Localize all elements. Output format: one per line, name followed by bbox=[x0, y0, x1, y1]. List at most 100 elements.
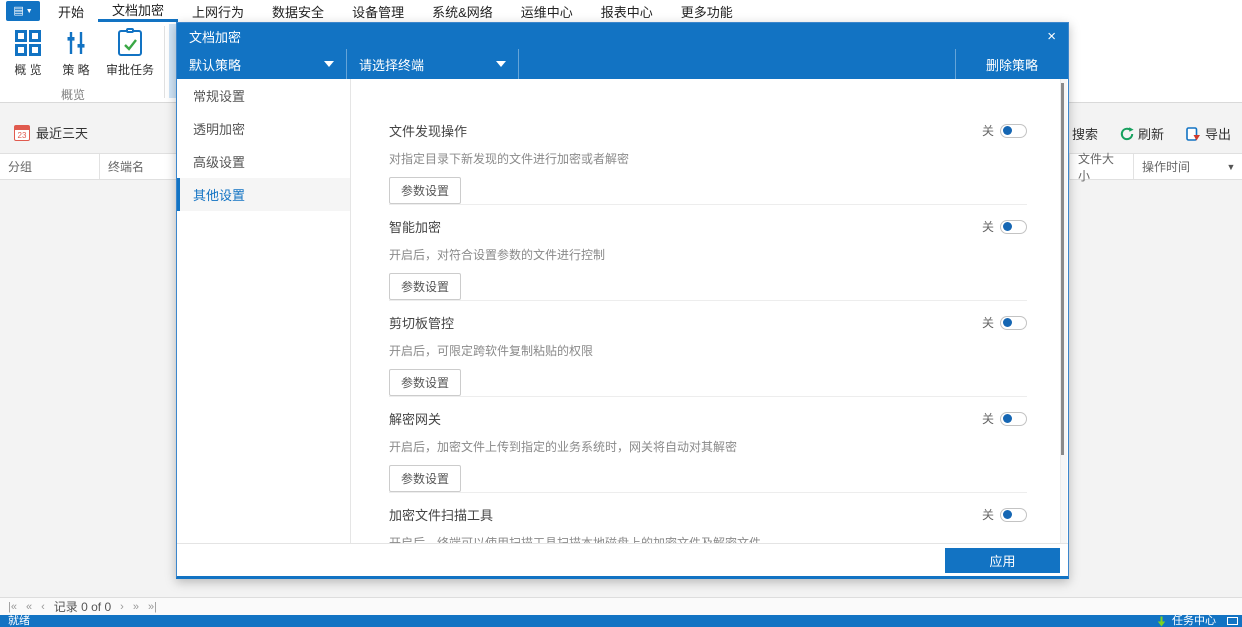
status-bar: 就绪 任务中心 bbox=[0, 615, 1242, 627]
tab-system-network[interactable]: 系统&网络 bbox=[418, 0, 507, 22]
toolbar-refresh-label: 刷新 bbox=[1137, 127, 1164, 142]
param-settings-button[interactable]: 参数设置 bbox=[389, 369, 462, 396]
toggle-state-label: 关 bbox=[981, 316, 994, 330]
calendar-day-number: 23 bbox=[17, 130, 27, 140]
page-prev-group-button[interactable]: « bbox=[26, 601, 32, 613]
toggle-switch-icon[interactable] bbox=[1000, 507, 1027, 522]
dialog-select-row: 默认策略 请选择终端 删除策略 bbox=[177, 49, 1068, 79]
page-next-group-button[interactable]: » bbox=[133, 601, 139, 613]
ribbon-overview-label: 概 览 bbox=[14, 63, 42, 77]
monitor-icon[interactable] bbox=[1227, 617, 1238, 625]
param-settings-button[interactable]: 参数设置 bbox=[389, 465, 462, 492]
sidebar-item-advanced-settings[interactable]: 高级设置 bbox=[177, 145, 350, 178]
ribbon-approval-tasks-button[interactable]: 审批任务 bbox=[100, 24, 160, 86]
decryption-gateway-toggle[interactable]: 关 bbox=[982, 410, 1027, 427]
ribbon-overview-button[interactable]: 概 览 bbox=[4, 24, 52, 86]
column-filter-caret-icon[interactable]: ▼ bbox=[1220, 162, 1242, 172]
ribbon-policy-button[interactable]: 策 略 bbox=[52, 24, 100, 86]
section-title: 剪切板管控 bbox=[389, 316, 455, 331]
section-encrypted-file-scanner: 加密文件扫描工具 关 开启后，终端可以使用扫描工具扫描本地磁盘上的加密文件及解密… bbox=[389, 493, 1027, 543]
column-header-optime[interactable]: 操作时间 bbox=[1134, 154, 1220, 179]
toggle-state-label: 关 bbox=[981, 124, 994, 138]
sidebar-item-other-settings[interactable]: 其他设置 bbox=[177, 178, 350, 211]
ribbon-approval-label: 审批任务 bbox=[105, 63, 154, 77]
column-header-group[interactable]: 分组 bbox=[0, 154, 100, 179]
section-title: 文件发现操作 bbox=[389, 124, 468, 139]
param-settings-button[interactable]: 参数设置 bbox=[389, 177, 462, 204]
section-title: 智能加密 bbox=[389, 220, 442, 235]
menu-tabs: 开始 文档加密 上网行为 数据安全 设备管理 系统&网络 运维中心 报表中心 更… bbox=[44, 0, 747, 22]
smart-encryption-toggle[interactable]: 关 bbox=[982, 218, 1027, 235]
clipboard-control-toggle[interactable]: 关 bbox=[982, 314, 1027, 331]
dialog-sidebar: 常规设置 透明加密 高级设置 其他设置 bbox=[177, 79, 351, 543]
application-window: ▤ ▼ 开始 文档加密 上网行为 数据安全 设备管理 系统&网络 运维中心 报表… bbox=[0, 0, 1242, 627]
toggle-state-label: 关 bbox=[981, 220, 994, 234]
close-icon[interactable]: × bbox=[1047, 29, 1056, 44]
dialog-settings-panel: 文件发现操作 关 对指定目录下新发现的文件进行加密或者解密 参数设置 智能加密 … bbox=[351, 79, 1068, 543]
section-description: 开启后，对符合设置参数的文件进行控制 bbox=[389, 248, 606, 262]
select-row-spacer bbox=[519, 49, 956, 79]
dialog-title: 文档加密 bbox=[189, 29, 242, 45]
sidebar-item-general-settings[interactable]: 常规设置 bbox=[177, 79, 350, 112]
toggle-switch-icon[interactable] bbox=[1000, 219, 1027, 234]
column-header-filesize[interactable]: 文件大小 bbox=[1070, 152, 1134, 183]
section-description: 开启后，加密文件上传到指定的业务系统时，网关将自动对其解密 bbox=[389, 440, 738, 454]
tab-data-security[interactable]: 数据安全 bbox=[258, 0, 338, 22]
policy-select-dropdown[interactable]: 默认策略 bbox=[177, 49, 347, 79]
ribbon-group-divider bbox=[164, 26, 165, 98]
record-count-label: 记录 0 of 0 bbox=[53, 600, 112, 614]
section-smart-encryption: 智能加密 关 开启后，对符合设置参数的文件进行控制 参数设置 bbox=[389, 205, 1027, 301]
section-decryption-gateway: 解密网关 关 开启后，加密文件上传到指定的业务系统时，网关将自动对其解密 参数设… bbox=[389, 397, 1027, 493]
section-description: 对指定目录下新发现的文件进行加密或者解密 bbox=[389, 152, 630, 166]
apply-button[interactable]: 应用 bbox=[945, 548, 1060, 573]
tab-report-center[interactable]: 报表中心 bbox=[587, 0, 667, 22]
calendar-icon: 23 bbox=[14, 124, 30, 141]
tab-start[interactable]: 开始 bbox=[44, 0, 98, 22]
app-menu-button[interactable]: ▤ ▼ bbox=[6, 1, 40, 21]
tab-device-management[interactable]: 设备管理 bbox=[338, 0, 418, 22]
delete-policy-button[interactable]: 删除策略 bbox=[956, 49, 1068, 79]
tab-ops-center[interactable]: 运维中心 bbox=[507, 0, 587, 22]
section-description: 开启后，可限定跨软件复制粘贴的权限 bbox=[389, 344, 594, 358]
status-ready-label: 就绪 bbox=[8, 615, 30, 627]
chevron-down-icon bbox=[324, 61, 334, 67]
section-file-discovery: 文件发现操作 关 对指定目录下新发现的文件进行加密或者解密 参数设置 bbox=[389, 109, 1027, 205]
toggle-switch-icon[interactable] bbox=[1000, 315, 1027, 330]
tab-internet-behavior[interactable]: 上网行为 bbox=[178, 0, 258, 22]
ribbon-policy-label: 策 略 bbox=[62, 63, 90, 77]
section-clipboard-control: 剪切板管控 关 开启后，可限定跨软件复制粘贴的权限 参数设置 bbox=[389, 301, 1027, 397]
sliders-icon bbox=[67, 32, 85, 54]
menu-bar: ▤ ▼ 开始 文档加密 上网行为 数据安全 设备管理 系统&网络 运维中心 报表… bbox=[0, 0, 1242, 22]
terminal-select-value: 请选择终端 bbox=[359, 57, 425, 73]
terminal-select-dropdown[interactable]: 请选择终端 bbox=[347, 49, 519, 79]
toggle-switch-icon[interactable] bbox=[1000, 411, 1027, 426]
page-prev-button[interactable]: ‹ bbox=[41, 601, 45, 613]
tab-more-features[interactable]: 更多功能 bbox=[667, 0, 747, 22]
page-first-button[interactable]: |« bbox=[8, 601, 17, 613]
date-filter-label: 最近三天 bbox=[36, 126, 89, 141]
file-scanner-toggle[interactable]: 关 bbox=[982, 506, 1027, 523]
task-center-button[interactable]: 任务中心 bbox=[1172, 615, 1216, 627]
app-menu-icon: ▤ bbox=[13, 4, 24, 17]
toolbar-refresh-button[interactable]: 刷新 bbox=[1115, 122, 1169, 145]
policy-select-value: 默认策略 bbox=[189, 57, 242, 73]
dialog-footer: 应用 bbox=[177, 543, 1068, 576]
section-title: 加密文件扫描工具 bbox=[389, 508, 494, 523]
toolbar-export-button[interactable]: 导出 bbox=[1181, 122, 1236, 145]
chevron-down-icon bbox=[496, 61, 506, 67]
document-encryption-dialog: 文档加密 × 默认策略 请选择终端 删除策略 常规设置 透明加密 高级设置 其他… bbox=[176, 22, 1069, 579]
refresh-icon bbox=[1120, 126, 1134, 140]
toolbar-search-label: 搜索 bbox=[1071, 127, 1098, 142]
tab-document-encryption[interactable]: 文档加密 bbox=[98, 0, 179, 22]
date-filter-button[interactable]: 23 最近三天 bbox=[14, 123, 88, 142]
param-settings-button[interactable]: 参数设置 bbox=[389, 273, 462, 300]
chevron-down-icon: ▼ bbox=[25, 7, 33, 15]
ribbon-group-label: 概览 bbox=[60, 88, 85, 102]
toggle-switch-icon[interactable] bbox=[1000, 123, 1027, 138]
page-last-button[interactable]: »| bbox=[148, 601, 157, 613]
page-next-button[interactable]: › bbox=[120, 601, 124, 613]
sidebar-item-transparent-encryption[interactable]: 透明加密 bbox=[177, 112, 350, 145]
file-discovery-toggle[interactable]: 关 bbox=[982, 122, 1027, 139]
dialog-scrollbar-thumb[interactable] bbox=[1061, 83, 1064, 455]
toggle-state-label: 关 bbox=[981, 508, 994, 522]
